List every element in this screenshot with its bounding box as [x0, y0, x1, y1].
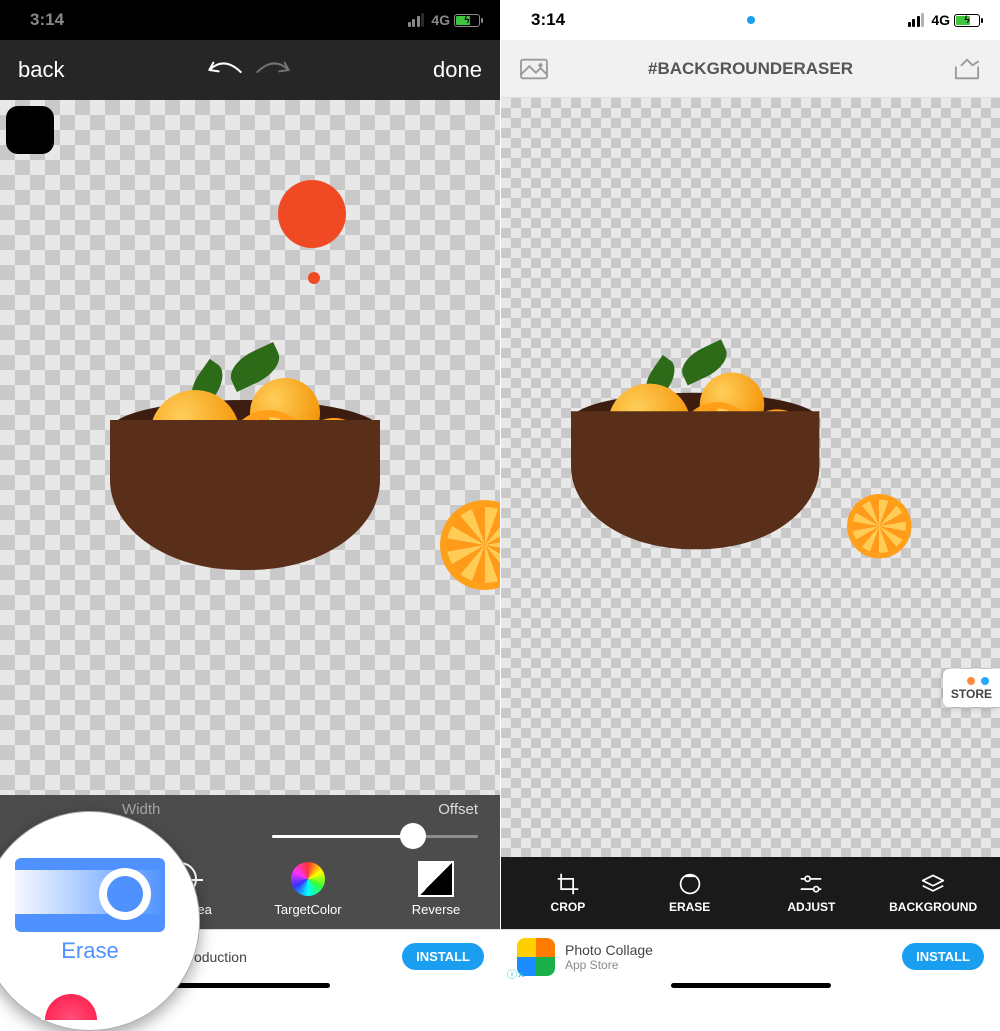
background-label: BACKGROUND — [889, 900, 977, 914]
reverse-icon — [418, 861, 454, 897]
done-button[interactable]: done — [433, 57, 482, 83]
status-time: 3:14 — [30, 10, 64, 30]
brush-preview-icon — [278, 180, 346, 248]
reverse-label: Reverse — [412, 902, 460, 917]
crop-tool[interactable]: CROP — [518, 872, 618, 914]
offset-slider-label: Offset — [438, 801, 478, 818]
crop-icon — [554, 872, 582, 896]
erase-label: Erase — [61, 938, 118, 964]
adjust-label: ADJUST — [787, 900, 835, 914]
adjust-icon — [797, 872, 825, 896]
ad-banner[interactable]: Photo Collage App Store INSTALL ⓘ✕ — [501, 929, 1000, 983]
width-slider-label: Width — [122, 801, 160, 818]
undo-icon[interactable] — [204, 58, 244, 82]
app-top-bar: #BACKGROUNDERASER — [501, 40, 1000, 98]
store-badge[interactable]: STORE — [943, 669, 1000, 707]
gallery-icon[interactable] — [519, 56, 549, 82]
ad-title: Photo Collage — [565, 942, 653, 958]
reverse-tool[interactable]: Reverse — [402, 860, 470, 917]
result-canvas[interactable]: STORE — [501, 98, 1000, 857]
signal-icon — [408, 13, 425, 27]
target-color-icon — [291, 862, 325, 896]
bottom-toolbar: CROP ERASE ADJUST BACKGROUND — [501, 857, 1000, 929]
background-icon — [919, 872, 947, 896]
share-icon[interactable] — [952, 56, 982, 82]
editor-canvas[interactable] — [0, 100, 500, 795]
offset-slider[interactable] — [272, 818, 478, 854]
erase-tool-button[interactable] — [15, 858, 165, 932]
status-bar: 3:14 4G ϟ — [0, 0, 500, 40]
adjust-tool[interactable]: ADJUST — [761, 872, 861, 914]
background-tool[interactable]: BACKGROUND — [883, 872, 983, 914]
app-title: #BACKGROUNDERASER — [648, 59, 853, 79]
network-label: 4G — [931, 12, 950, 28]
left-screenshot: 3:14 4G ϟ back done — [0, 0, 500, 1001]
home-indicator[interactable] — [170, 983, 330, 988]
home-indicator[interactable] — [671, 983, 831, 988]
target-color-tool[interactable]: TargetColor — [274, 860, 342, 917]
right-screenshot: 3:14 4G ϟ #BACKGROUNDERASER STORE — [500, 0, 1000, 1001]
battery-icon: ϟ — [454, 14, 480, 27]
erase-label: ERASE — [669, 900, 710, 914]
ad-subtitle: App Store — [565, 958, 902, 972]
erase-icon — [676, 872, 704, 896]
network-label: 4G — [431, 12, 450, 28]
erase-icon — [99, 868, 151, 920]
recording-indicator-icon — [747, 16, 755, 24]
preview-thumb[interactable] — [6, 106, 54, 154]
back-button[interactable]: back — [18, 57, 64, 83]
ad-text: Photo Collage App Store — [565, 942, 902, 972]
brush-cursor-icon — [308, 272, 320, 284]
install-button[interactable]: INSTALL — [402, 943, 484, 970]
callout-peek-icon — [41, 990, 101, 1020]
battery-icon: ϟ — [954, 14, 980, 27]
redo-icon[interactable] — [254, 58, 294, 82]
status-time: 3:14 — [531, 10, 565, 30]
editor-top-bar: back done — [0, 40, 500, 100]
signal-icon — [908, 13, 925, 27]
adchoices-icon[interactable]: ⓘ✕ — [507, 966, 525, 981]
status-bar: 3:14 4G ϟ — [501, 0, 1000, 40]
erase-tool[interactable]: ERASE — [640, 872, 740, 914]
crop-label: CROP — [551, 900, 586, 914]
target-color-label: TargetColor — [274, 902, 341, 917]
install-button[interactable]: INSTALL — [902, 943, 984, 970]
